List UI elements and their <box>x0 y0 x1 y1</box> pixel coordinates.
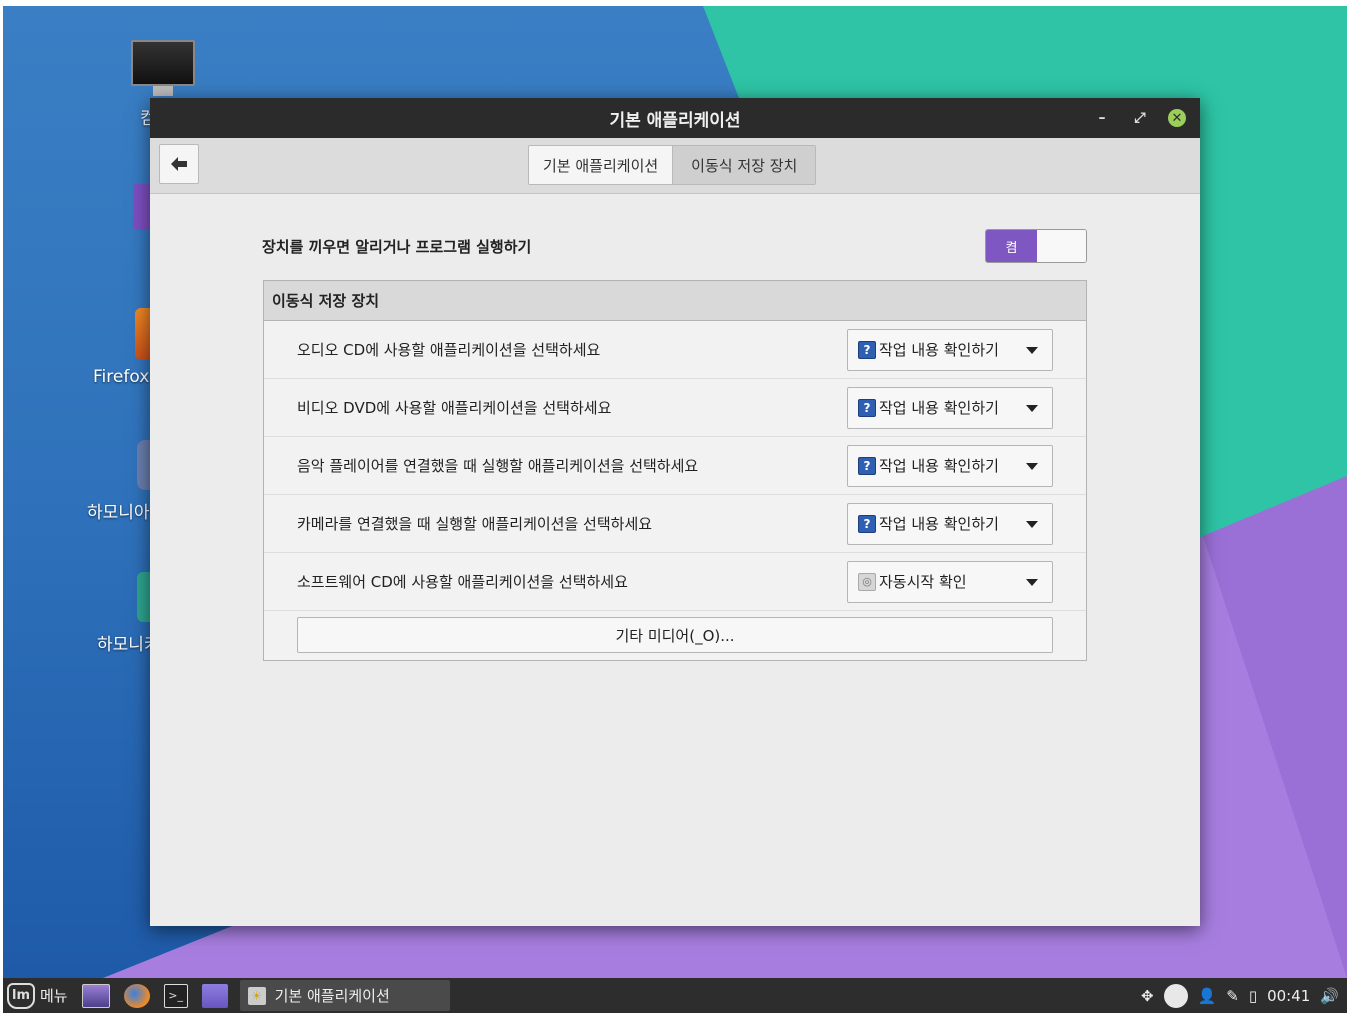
clock[interactable]: 00:41 <box>1267 987 1310 1005</box>
question-icon: ? <box>858 456 876 475</box>
taskbar-window-label: 기본 애플리케이션 <box>274 987 390 1005</box>
dropdown-value: 작업 내용 확인하기 <box>879 341 999 359</box>
dropdown-value: 작업 내용 확인하기 <box>879 457 999 475</box>
list-item-music-player: 음악 플레이어를 연결했을 때 실행할 애플리케이션을 선택하세요 ? 작업 내… <box>264 437 1086 495</box>
row-label: 음악 플레이어를 연결했을 때 실행할 애플리케이션을 선택하세요 <box>297 457 699 475</box>
volume-icon[interactable]: 🔊 <box>1320 987 1339 1005</box>
camera-action-dropdown[interactable]: ? 작업 내용 확인하기 <box>847 502 1053 545</box>
row-label: 오디오 CD에 사용할 애플리케이션을 선택하세요 <box>297 341 601 359</box>
autorun-icon: ◎ <box>858 572 876 591</box>
chevron-down-icon <box>1026 462 1038 470</box>
computer-stand <box>153 86 173 96</box>
dropdown-value: 작업 내용 확인하기 <box>879 515 999 533</box>
dropdown-value: 작업 내용 확인하기 <box>879 399 999 417</box>
panel-header: 이동식 저장 장치 <box>264 281 1086 321</box>
autorun-label: 장치를 끼우면 알리거나 프로그램 실행하기 <box>262 237 532 256</box>
chevron-down-icon <box>1026 578 1038 586</box>
back-arrow-icon <box>171 157 187 171</box>
menu-button-label[interactable]: 메뉴 <box>40 985 68 1006</box>
audio-cd-action-dropdown[interactable]: ? 작업 내용 확인하기 <box>847 328 1053 371</box>
terminal-launcher-icon[interactable]: >_ <box>163 983 188 1008</box>
pen-icon[interactable]: ✎ <box>1226 987 1239 1005</box>
switch-on-label: 켬 <box>986 230 1037 262</box>
question-icon: ? <box>858 514 876 533</box>
tab-removable-media[interactable]: 이동식 저장 장치 <box>672 146 816 184</box>
list-item-software-cd: 소프트웨어 CD에 사용할 애플리케이션을 선택하세요 ◎ 자동시작 확인 <box>264 553 1086 611</box>
mint-menu-icon[interactable]: lm <box>7 982 35 1009</box>
battery-icon[interactable]: ▯ <box>1249 987 1257 1005</box>
firefox-launcher-icon[interactable] <box>123 983 150 1008</box>
computer-desktop-icon[interactable] <box>131 40 195 86</box>
autorun-setting-row: 장치를 끼우면 알리거나 프로그램 실행하기 켬 <box>262 228 1087 264</box>
dropbox-icon[interactable]: ✥ <box>1141 987 1154 1005</box>
files-launcher-icon[interactable] <box>201 983 228 1008</box>
show-desktop-icon[interactable] <box>81 983 110 1008</box>
taskbar-window-button[interactable]: ☀ 기본 애플리케이션 <box>239 980 450 1011</box>
question-icon: ? <box>858 398 876 417</box>
window-controls: – ⤢ ✕ <box>1092 98 1186 138</box>
tab-switcher: 기본 애플리케이션 이동식 저장 장치 <box>528 145 817 185</box>
status-circle-icon[interactable] <box>1163 983 1188 1008</box>
switch-knob[interactable] <box>1037 230 1086 262</box>
desktop-label-harmony1[interactable]: 하모니아 <box>87 498 150 523</box>
software-cd-action-dropdown[interactable]: ◎ 자동시작 확인 <box>847 560 1053 603</box>
list-item-camera: 카메라를 연결했을 때 실행할 애플리케이션을 선택하세요 ? 작업 내용 확인… <box>264 495 1086 553</box>
minimize-icon[interactable]: – <box>1092 110 1112 126</box>
row-label: 카메라를 연결했을 때 실행할 애플리케이션을 선택하세요 <box>297 515 653 533</box>
removable-media-panel: 이동식 저장 장치 오디오 CD에 사용할 애플리케이션을 선택하세요 ? 작업… <box>263 280 1087 661</box>
dropdown-value: 자동시작 확인 <box>879 573 967 591</box>
settings-app-icon: ☀ <box>247 986 266 1005</box>
chevron-down-icon <box>1026 520 1038 528</box>
user-icon[interactable]: 👤 <box>1198 987 1217 1005</box>
back-button[interactable] <box>159 144 199 184</box>
list-item-audio-cd: 오디오 CD에 사용할 애플리케이션을 선택하세요 ? 작업 내용 확인하기 <box>264 321 1086 379</box>
row-label: 소프트웨어 CD에 사용할 애플리케이션을 선택하세요 <box>297 573 628 591</box>
chevron-down-icon <box>1026 404 1038 412</box>
music-player-action-dropdown[interactable]: ? 작업 내용 확인하기 <box>847 444 1053 487</box>
system-tray: ✥ 👤 ✎ ▯ 00:41 🔊 <box>1141 983 1347 1008</box>
tab-default-applications[interactable]: 기본 애플리케이션 <box>529 146 673 184</box>
autorun-toggle-switch[interactable]: 켬 <box>985 229 1087 263</box>
header-bar: 기본 애플리케이션 이동식 저장 장치 <box>150 138 1200 194</box>
row-label: 비디오 DVD에 사용할 애플리케이션을 선택하세요 <box>297 399 612 417</box>
restore-icon[interactable]: ⤢ <box>1130 110 1150 126</box>
chevron-down-icon <box>1026 346 1038 354</box>
window-titlebar[interactable]: 기본 애플리케이션 – ⤢ ✕ <box>150 98 1200 138</box>
taskbar: lm 메뉴 >_ ☀ 기본 애플리케이션 ✥ 👤 ✎ ▯ 00:41 🔊 <box>3 978 1347 1013</box>
video-dvd-action-dropdown[interactable]: ? 작업 내용 확인하기 <box>847 386 1053 429</box>
desktop-label-firefox[interactable]: Firefox <box>93 367 149 387</box>
default-applications-window: 기본 애플리케이션 – ⤢ ✕ 기본 애플리케이션 이동식 저장 장치 장치를 … <box>150 98 1200 926</box>
list-item-video-dvd: 비디오 DVD에 사용할 애플리케이션을 선택하세요 ? 작업 내용 확인하기 <box>264 379 1086 437</box>
close-icon[interactable]: ✕ <box>1168 109 1186 127</box>
window-title: 기본 애플리케이션 <box>609 110 741 131</box>
other-media-button[interactable]: 기타 미디어(_O)... <box>297 617 1053 653</box>
question-icon: ? <box>858 340 876 359</box>
